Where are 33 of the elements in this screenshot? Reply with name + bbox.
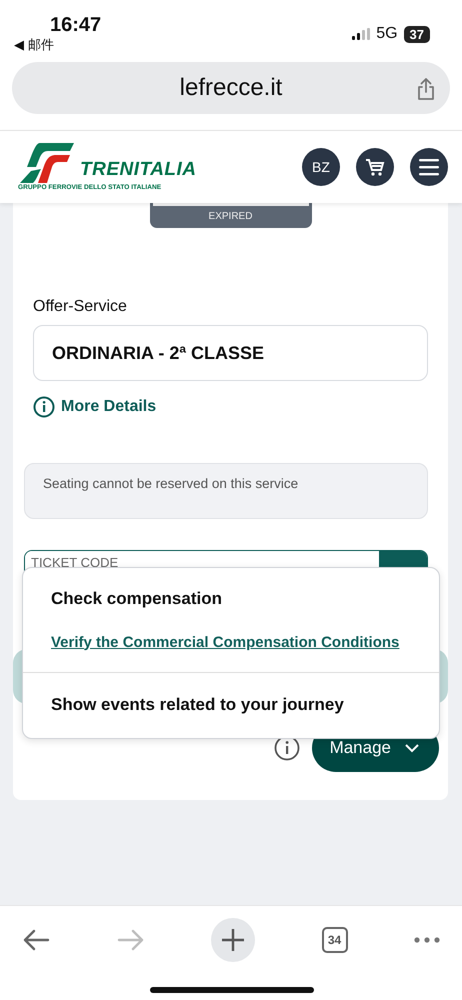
more-details-link[interactable]: More Details	[33, 395, 156, 419]
offer-field: ORDINARIA - 2ª CLASSE	[33, 325, 428, 381]
tabs-button[interactable]: 34	[322, 927, 348, 953]
forward-arrow-icon	[116, 928, 144, 952]
more-icon	[414, 937, 440, 943]
field-label: Offer-Service	[33, 297, 128, 317]
menu-button[interactable]	[410, 148, 448, 186]
back-button[interactable]	[22, 928, 50, 952]
status-label: EXPIRED	[208, 211, 252, 222]
chevron-down-icon	[405, 744, 419, 752]
menu-item[interactable]: Show events related to your journey	[23, 672, 439, 738]
back-arrow-icon	[22, 928, 50, 952]
menu-heading: Check compensation	[51, 588, 222, 610]
menu-icon	[419, 158, 439, 176]
network-label: 5G	[376, 24, 398, 44]
seating-notice: Seating cannot be reserved on this service	[24, 463, 428, 519]
url-text: lefrecce.it	[180, 73, 282, 103]
logo-wordmark: TRENITALIA	[80, 160, 197, 180]
user-avatar-button[interactable]: BZ	[302, 148, 340, 186]
new-tab-button[interactable]	[211, 918, 255, 962]
battery-level: 37	[404, 26, 430, 42]
cart-icon	[365, 158, 385, 176]
plus-icon	[222, 929, 244, 951]
signal-icon	[352, 28, 370, 40]
more-button[interactable]	[414, 937, 440, 943]
cart-button[interactable]	[356, 148, 394, 186]
info-icon	[33, 396, 55, 418]
address-bar[interactable]: lefrecce.it	[12, 62, 450, 114]
compensation-link[interactable]: Verify the Commercial Compensation Conditions	[51, 632, 400, 654]
back-to-app-link[interactable]: ◀ 邮件	[14, 36, 54, 56]
share-icon[interactable]	[416, 76, 436, 101]
trenitalia-logo-icon	[18, 141, 76, 184]
clock-time: 16:47	[50, 13, 102, 38]
